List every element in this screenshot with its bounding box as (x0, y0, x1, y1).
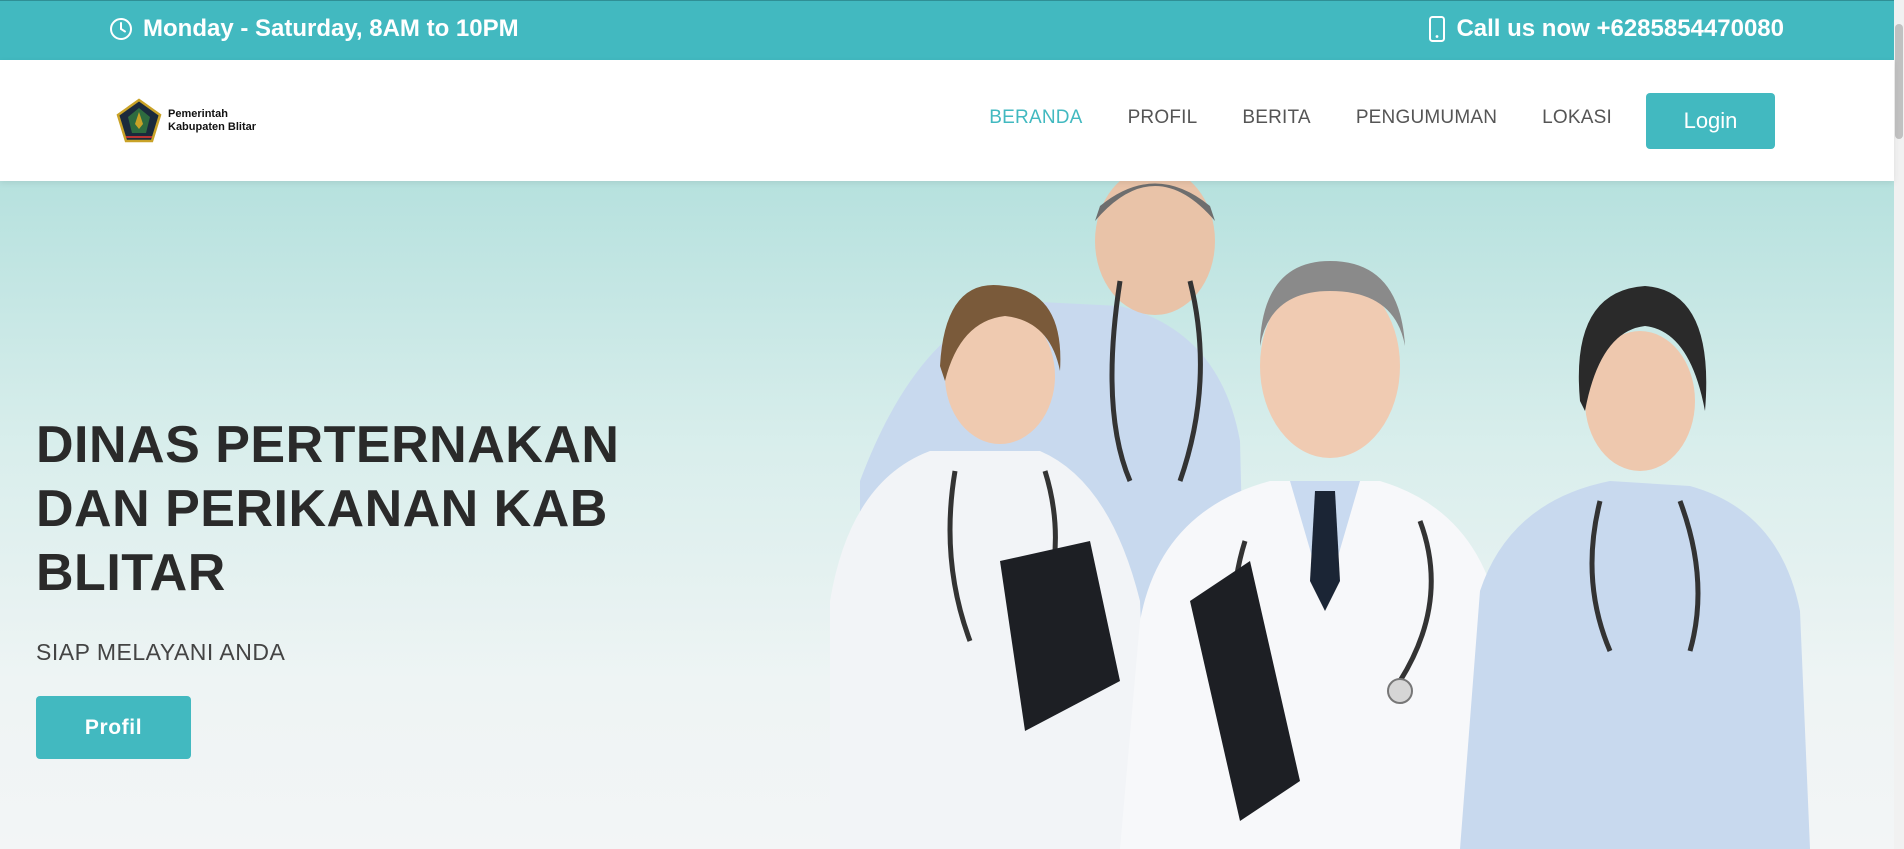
scrollbar-thumb[interactable] (1895, 24, 1903, 139)
nav-item-pengumuman[interactable]: PENGUMUMAN (1356, 107, 1497, 129)
profil-button[interactable]: Profil (36, 696, 191, 759)
phone-icon (1429, 16, 1446, 42)
hero-title: DINAS PERTERNAKAN DAN PERIKANAN KAB BLIT… (36, 416, 620, 602)
top-info-bar: Monday - Saturday, 8AM to 10PM Call us n… (0, 0, 1894, 60)
phone-text: Call us now +6285854470080 (1456, 15, 1784, 42)
logo-text: Pemerintah Kabupaten Blitar (168, 108, 256, 134)
main-header: Pemerintah Kabupaten Blitar BERANDA PROF… (0, 60, 1894, 181)
clock-icon (110, 18, 132, 40)
page-scrollbar[interactable] (1894, 0, 1904, 849)
medical-staff-image (830, 181, 1810, 849)
opening-hours-text: Monday - Saturday, 8AM to 10PM (143, 15, 519, 42)
main-nav: BERANDA PROFIL BERITA PENGUMUMAN LOKASI (944, 107, 1612, 129)
kabupaten-blitar-emblem-icon (116, 98, 162, 143)
logo-line-1: Pemerintah (168, 108, 228, 120)
hero-subtitle: SIAP MELAYANI ANDA (36, 639, 286, 665)
nav-item-beranda[interactable]: BERANDA (989, 107, 1082, 129)
nav-item-berita[interactable]: BERITA (1242, 107, 1310, 129)
login-button[interactable]: Login (1646, 93, 1775, 149)
opening-hours: Monday - Saturday, 8AM to 10PM (109, 15, 519, 43)
nav-item-profil[interactable]: PROFIL (1128, 107, 1198, 129)
hero-banner: DINAS PERTERNAKAN DAN PERIKANAN KAB BLIT… (0, 181, 1894, 849)
logo-line-2: Kabupaten Blitar (168, 121, 257, 133)
nav-item-lokasi[interactable]: LOKASI (1542, 107, 1612, 129)
site-logo[interactable]: Pemerintah Kabupaten Blitar (116, 98, 256, 144)
phone-contact[interactable]: Call us now +6285854470080 (1428, 15, 1784, 43)
